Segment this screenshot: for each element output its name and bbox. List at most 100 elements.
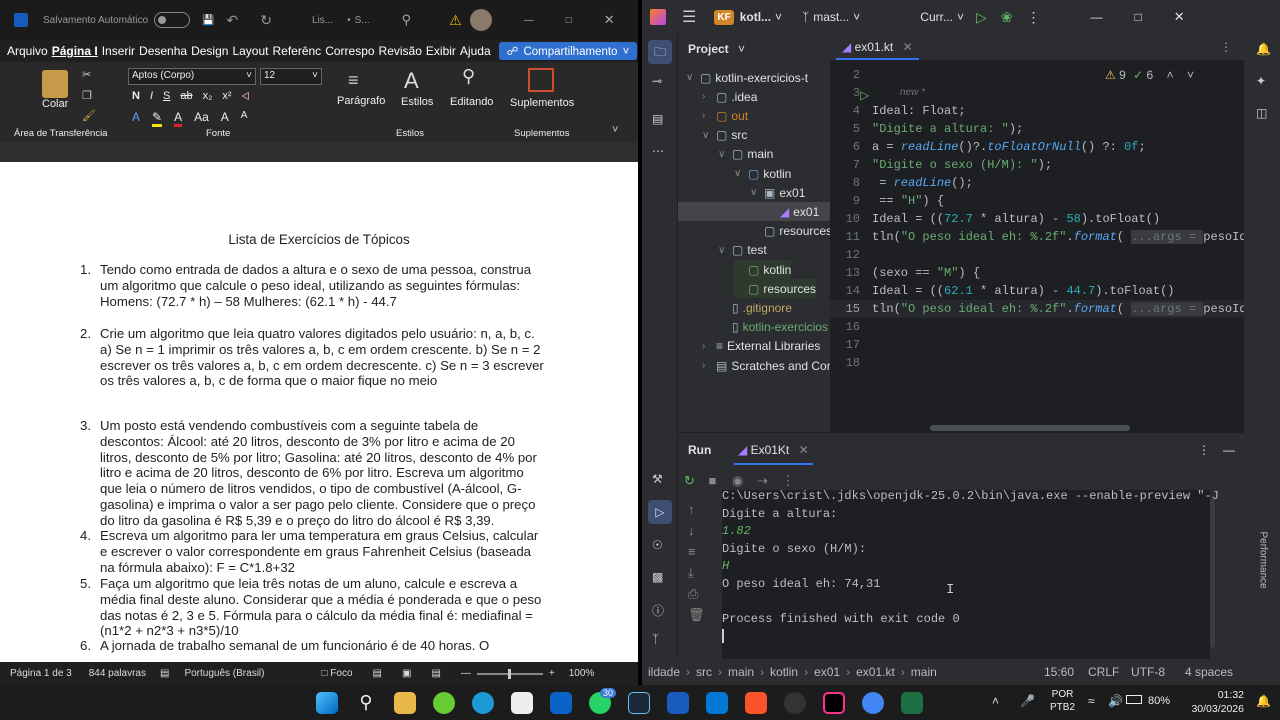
redo-icon[interactable]: ↻ bbox=[260, 12, 272, 29]
shrink-font-button[interactable]: A bbox=[241, 110, 248, 127]
collapsed-chevron-icon[interactable]: › bbox=[702, 91, 716, 102]
tree-item[interactable]: › ▤ Scratches and Cons bbox=[702, 356, 839, 375]
run-panel-hide-icon[interactable]: — bbox=[1223, 443, 1235, 457]
soft-wrap-icon[interactable]: ≡ bbox=[688, 541, 705, 562]
underline-button[interactable]: S bbox=[163, 90, 170, 103]
tree-item[interactable]: ▯ .gitignore bbox=[718, 298, 792, 317]
expanded-chevron-icon[interactable]: ∨ bbox=[734, 168, 748, 179]
editor-tab-close-icon[interactable]: ✕ bbox=[903, 40, 913, 54]
avatar[interactable] bbox=[469, 9, 492, 31]
expanded-chevron-icon[interactable]: ∨ bbox=[718, 245, 732, 256]
minimize-icon[interactable]: — bbox=[524, 15, 534, 26]
prev-highlight-icon[interactable]: ˄ bbox=[1167, 68, 1174, 82]
spell-icon[interactable]: ▤ bbox=[160, 668, 169, 679]
editor-h-scrollbar[interactable] bbox=[930, 425, 1130, 431]
notifications-bell-icon[interactable]: 🔔 bbox=[1256, 694, 1271, 708]
bold-button[interactable]: N bbox=[132, 90, 140, 103]
browser-icon[interactable] bbox=[433, 692, 455, 714]
next-highlight-icon[interactable]: ˅ bbox=[1187, 68, 1194, 82]
tab-revisao[interactable]: Revisão bbox=[377, 44, 424, 58]
clear-format-icon[interactable]: ᐊ bbox=[242, 90, 250, 103]
italic-button[interactable]: I bbox=[150, 90, 153, 103]
run-tab-close-icon[interactable]: ✕ bbox=[799, 443, 809, 457]
maximize-icon[interactable]: □ bbox=[566, 15, 572, 26]
tree-item[interactable]: › ≡ External Libraries bbox=[702, 337, 820, 356]
word-count[interactable]: 844 palavras bbox=[89, 668, 146, 679]
ai-assistant-icon[interactable]: ✦ bbox=[1256, 74, 1266, 88]
notifications-icon[interactable]: 🔔 bbox=[1256, 42, 1271, 56]
paste-icon[interactable] bbox=[42, 70, 68, 98]
expanded-chevron-icon[interactable]: ∨ bbox=[750, 187, 764, 198]
word-taskbar-icon[interactable] bbox=[667, 692, 689, 714]
breadcrumb-item[interactable]: ex01.kt bbox=[856, 665, 895, 679]
console-output[interactable]: C:\Users\crist\.jdks\openjdk-25.0.2\bin\… bbox=[722, 489, 1219, 659]
autosave-toggle[interactable] bbox=[154, 12, 191, 28]
tree-item[interactable]: ∨ ▢ kotlin-exercicios-t bbox=[686, 68, 808, 87]
exit-icon[interactable]: ⇢ bbox=[757, 473, 768, 488]
start-icon[interactable] bbox=[316, 692, 338, 714]
mic-icon[interactable]: 🎤 bbox=[1020, 694, 1035, 708]
tab-exibir[interactable]: Exibir bbox=[424, 44, 458, 58]
tree-item[interactable]: ∨ ▢ src bbox=[702, 126, 747, 145]
editor-tab[interactable]: ◢ ex01.kt ✕ bbox=[836, 34, 919, 60]
tab-ajuda[interactable]: Ajuda bbox=[458, 44, 493, 58]
tab-referencias[interactable]: Referênc bbox=[270, 44, 323, 58]
excel-icon[interactable] bbox=[901, 692, 923, 714]
tree-item[interactable]: ∨ ▢ test bbox=[718, 241, 767, 260]
search-icon[interactable]: ⚲ bbox=[402, 12, 412, 28]
styles-icon[interactable]: A bbox=[404, 68, 419, 94]
tab-design[interactable]: Design bbox=[189, 44, 230, 58]
cut-icon[interactable]: ✂ bbox=[82, 68, 91, 81]
ide-close-icon[interactable]: ✕ bbox=[1174, 9, 1185, 25]
terminal-tool-icon[interactable]: ▩ bbox=[652, 570, 663, 584]
web-layout-icon[interactable]: ▤ bbox=[431, 668, 440, 679]
tree-item[interactable]: ▢ resources bbox=[750, 222, 832, 241]
paste-label[interactable]: Colar bbox=[42, 98, 68, 110]
chrome-icon[interactable] bbox=[862, 692, 884, 714]
ribbon-collapse-icon[interactable]: ˅ bbox=[612, 124, 618, 136]
database-icon[interactable]: ◫ bbox=[1256, 106, 1267, 120]
gmail-icon[interactable] bbox=[511, 692, 533, 714]
doc-title[interactable]: Lis... bbox=[312, 15, 333, 26]
collapsed-chevron-icon[interactable]: › bbox=[702, 360, 716, 371]
run-more-icon[interactable]: ⋮ bbox=[782, 473, 795, 488]
paragraph-label[interactable]: Parágrafo bbox=[337, 95, 385, 107]
tab-desenhar[interactable]: Desenha bbox=[137, 44, 189, 58]
subscript-button[interactable]: x₂ bbox=[203, 90, 213, 103]
tree-item[interactable]: ∨ ▣ ex01 bbox=[750, 183, 805, 202]
breadcrumb-item[interactable]: main bbox=[911, 665, 937, 679]
file-encoding[interactable]: UTF-8 bbox=[1131, 665, 1165, 679]
battery-icon[interactable] bbox=[1126, 695, 1142, 704]
addins-label[interactable]: Suplementos bbox=[510, 97, 574, 109]
paragraph-icon[interactable]: ≡ bbox=[348, 70, 359, 91]
project-tool-icon[interactable]: 🗀 bbox=[648, 40, 672, 64]
search-taskbar-icon[interactable]: ⚲ bbox=[355, 692, 377, 714]
change-case-button[interactable]: Aa bbox=[194, 110, 209, 127]
vscode-icon[interactable] bbox=[706, 692, 728, 714]
addins-icon[interactable] bbox=[528, 68, 554, 92]
volume-icon[interactable]: 🔊 bbox=[1108, 694, 1123, 708]
github-icon[interactable] bbox=[784, 692, 806, 714]
project-badge[interactable]: KF bbox=[714, 9, 734, 25]
up-icon[interactable]: ↑ bbox=[688, 499, 705, 520]
breadcrumb-item[interactable]: main bbox=[728, 665, 754, 679]
copy-icon[interactable]: ❐ bbox=[82, 89, 92, 102]
save-icon[interactable]: 💾 bbox=[202, 15, 214, 26]
superscript-button[interactable]: x² bbox=[222, 90, 231, 103]
highlight-icon[interactable]: ✎ bbox=[152, 110, 163, 127]
grow-font-button[interactable]: A bbox=[221, 110, 229, 127]
ide-logo-icon[interactable] bbox=[650, 9, 666, 25]
run-panel-title[interactable]: Run bbox=[688, 443, 711, 457]
brave-icon[interactable] bbox=[745, 692, 767, 714]
word-app-icon[interactable] bbox=[14, 13, 28, 27]
run-tool-icon[interactable]: ▷ bbox=[648, 500, 672, 524]
format-painter-icon[interactable]: 🖌 bbox=[82, 109, 96, 122]
breadcrumb-item[interactable]: kotlin bbox=[770, 665, 798, 679]
collapsed-chevron-icon[interactable]: › bbox=[702, 341, 716, 352]
page-count[interactable]: Página 1 de 3 bbox=[10, 668, 72, 679]
editor-tab-more-icon[interactable]: ⋮ bbox=[1220, 40, 1232, 54]
vcs-tool-icon[interactable]: ᛉ bbox=[652, 632, 659, 646]
zoom-slider[interactable] bbox=[476, 668, 543, 679]
share-button[interactable]: ☍ Compartilhamento ˅ bbox=[498, 42, 638, 60]
caret-position[interactable]: 15:60 bbox=[1044, 665, 1074, 679]
